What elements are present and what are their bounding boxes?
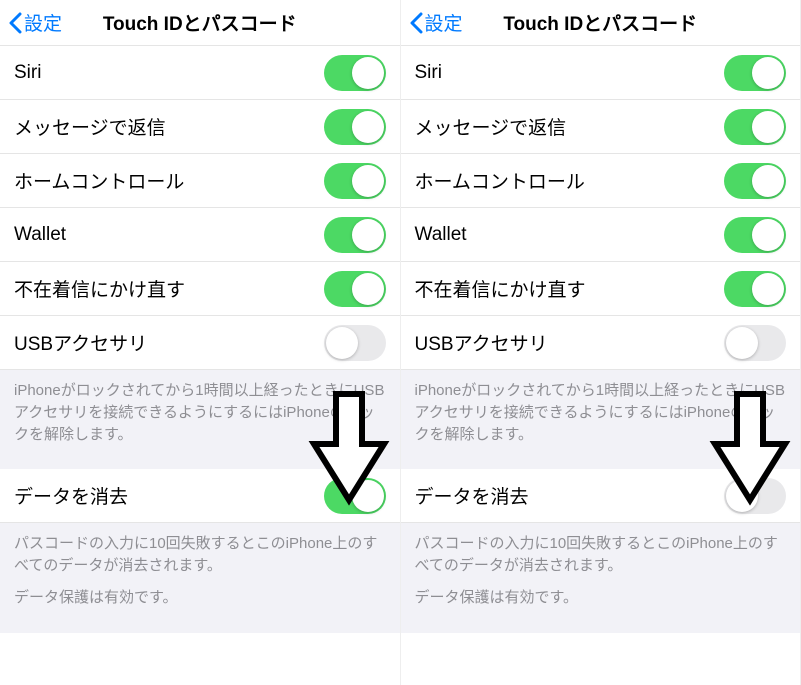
toggle-reply-message[interactable] [324,109,386,145]
note-erase: パスコードの入力に10回失敗するとこのiPhone上のすべてのデータが消去されま… [401,523,801,632]
row-reply-message: メッセージで返信 [401,100,801,154]
note-usb-text: iPhoneがロックされてから1時間以上経ったときにUSBアクセサリを接続できる… [14,380,386,445]
note-usb-text: iPhoneがロックされてから1時間以上経ったときにUSBアクセサリを接続できる… [415,380,787,445]
row-label-wallet: Wallet [415,224,467,246]
nav-header: 設定 Touch IDとパスコード [401,0,801,46]
note-erase-text-1: パスコードの入力に10回失敗するとこのiPhone上のすべてのデータが消去されま… [14,533,386,577]
row-return-missed: 不在着信にかけ直す [401,262,801,316]
back-label: 設定 [425,9,463,36]
toggle-erase-data[interactable] [724,478,786,514]
toggle-knob [752,57,784,89]
toggle-knob [352,111,384,143]
row-label-reply-message: メッセージで返信 [14,113,166,140]
note-usb: iPhoneがロックされてから1時間以上経ったときにUSBアクセサリを接続できる… [401,370,801,469]
toggle-knob [752,165,784,197]
toggle-return-missed[interactable] [724,271,786,307]
toggle-home-control[interactable] [724,163,786,199]
row-label-return-missed: 不在着信にかけ直す [14,275,185,302]
note-erase-text-2: データ保護は有効です。 [14,587,386,609]
row-label-erase-data: データを消去 [415,482,529,509]
back-button[interactable]: 設定 [8,9,62,36]
toggle-home-control[interactable] [324,163,386,199]
row-usb-accessory: USBアクセサリ [401,316,801,370]
row-label-home-control: ホームコントロール [415,167,585,194]
toggle-knob [352,57,384,89]
row-home-control: ホームコントロール [401,154,801,208]
panel-left: 設定 Touch IDとパスコード Siri メッセージで返信 ホームコントロー… [0,0,401,685]
back-label: 設定 [24,9,62,36]
row-erase-data: データを消去 [401,469,801,523]
row-label-reply-message: メッセージで返信 [415,113,567,140]
nav-header: 設定 Touch IDとパスコード [0,0,400,46]
toggle-siri[interactable] [324,55,386,91]
back-button[interactable]: 設定 [409,9,463,36]
toggle-knob [352,219,384,251]
row-wallet: Wallet [0,208,400,262]
toggle-wallet[interactable] [724,217,786,253]
toggle-siri[interactable] [724,55,786,91]
toggle-knob [752,219,784,251]
toggle-knob [352,273,384,305]
row-siri: Siri [401,46,801,100]
row-erase-data: データを消去 [0,469,400,523]
toggle-knob [726,327,758,359]
row-label-usb-accessory: USBアクセサリ [415,329,548,356]
toggle-wallet[interactable] [324,217,386,253]
panel-right: 設定 Touch IDとパスコード Siri メッセージで返信 ホームコントロー… [401,0,801,685]
toggle-knob [726,480,758,512]
toggle-usb-accessory[interactable] [724,325,786,361]
toggle-knob [352,480,384,512]
row-label-home-control: ホームコントロール [14,167,184,194]
chevron-left-icon [8,12,22,34]
note-usb: iPhoneがロックされてから1時間以上経ったときにUSBアクセサリを接続できる… [0,370,400,469]
note-erase-text-1: パスコードの入力に10回失敗するとこのiPhone上のすべてのデータが消去されま… [415,533,787,577]
row-label-return-missed: 不在着信にかけ直す [415,275,586,302]
row-wallet: Wallet [401,208,801,262]
toggle-knob [752,273,784,305]
row-label-usb-accessory: USBアクセサリ [14,329,147,356]
row-label-wallet: Wallet [14,224,66,246]
row-label-erase-data: データを消去 [14,482,128,509]
row-label-siri: Siri [415,62,442,84]
chevron-left-icon [409,12,423,34]
row-usb-accessory: USBアクセサリ [0,316,400,370]
toggle-knob [352,165,384,197]
toggle-return-missed[interactable] [324,271,386,307]
toggle-erase-data[interactable] [324,478,386,514]
note-erase: パスコードの入力に10回失敗するとこのiPhone上のすべてのデータが消去されま… [0,523,400,632]
toggle-reply-message[interactable] [724,109,786,145]
row-home-control: ホームコントロール [0,154,400,208]
toggle-knob [752,111,784,143]
note-erase-text-2: データ保護は有効です。 [415,587,787,609]
row-siri: Siri [0,46,400,100]
row-return-missed: 不在着信にかけ直す [0,262,400,316]
toggle-knob [326,327,358,359]
row-label-siri: Siri [14,62,41,84]
row-reply-message: メッセージで返信 [0,100,400,154]
toggle-usb-accessory[interactable] [324,325,386,361]
